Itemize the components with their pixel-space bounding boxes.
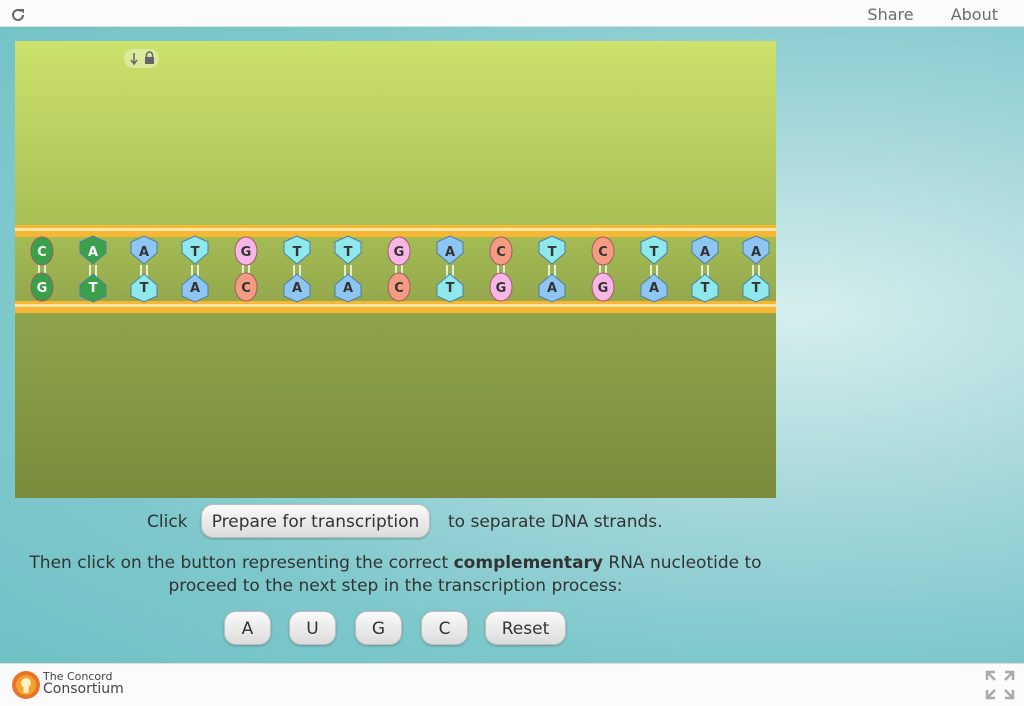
base-label: A [445, 245, 455, 260]
base-label: C [598, 245, 608, 260]
nucleotide-g-button[interactable]: G [355, 611, 402, 645]
base-label: A [649, 281, 659, 296]
nucleotide-c-button[interactable]: C [421, 611, 468, 645]
base-label: C [496, 245, 506, 260]
reload-icon[interactable] [10, 7, 26, 23]
reset-button[interactable]: Reset [485, 611, 566, 645]
base-label: T [191, 245, 200, 260]
base-label: T [701, 281, 710, 296]
main-area: CGATATTAGCTATAGCATCGTACGTAATAT Click to … [0, 27, 1024, 663]
base-label: G [241, 245, 252, 260]
base-pair: TA [334, 235, 362, 303]
click-label: Click [147, 512, 188, 532]
base-label: G [394, 245, 405, 260]
base-label: G [496, 281, 507, 296]
base-label: G [598, 281, 609, 296]
base-pair: AT [742, 235, 770, 303]
base-pair: AT [79, 235, 107, 303]
base-label: A [139, 245, 149, 260]
base-pair: TA [538, 235, 566, 303]
footer: The Concord Consortium [0, 663, 1024, 706]
base-pair: AT [436, 235, 464, 303]
base-label: T [140, 281, 149, 296]
base-pair: CG [30, 236, 54, 302]
dna-diagram: CGATATTAGCTATAGCATCGTACGTAATAT [15, 49, 776, 313]
base-label: G [37, 281, 48, 296]
base-label: A [700, 245, 710, 260]
top-bar: Share About [0, 0, 1024, 27]
base-pair: CG [489, 236, 513, 302]
base-label: T [752, 281, 761, 296]
base-label: A [547, 281, 557, 296]
base-label: T [446, 281, 455, 296]
base-pair: GC [234, 236, 258, 302]
instruction-text: Then click on the button representing th… [29, 553, 762, 596]
base-label: A [88, 245, 98, 260]
base-label: C [241, 281, 251, 296]
nucleotide-u-button[interactable]: U [289, 611, 336, 645]
base-label: A [751, 245, 761, 260]
about-link[interactable]: About [951, 5, 998, 24]
base-label: A [343, 281, 353, 296]
base-label: T [293, 245, 302, 260]
base-pair: TA [640, 235, 668, 303]
base-label: T [650, 245, 659, 260]
fullscreen-icon[interactable] [984, 669, 1016, 701]
base-label: A [292, 281, 302, 296]
base-pair: CG [591, 236, 615, 302]
nucleotide-a-button[interactable]: A [224, 611, 271, 645]
base-label: C [394, 281, 404, 296]
prepare-transcription-button[interactable]: Prepare for transcription [201, 504, 430, 538]
logo-text[interactable]: The Concord Consortium [43, 671, 124, 697]
base-pair: TA [181, 235, 209, 303]
base-label: T [344, 245, 353, 260]
base-label: T [548, 245, 557, 260]
base-pair: TA [283, 235, 311, 303]
scroll-lock-icon[interactable] [124, 49, 159, 68]
share-link[interactable]: Share [867, 5, 913, 24]
concord-logo-icon[interactable] [9, 668, 43, 702]
base-pair: AT [691, 235, 719, 303]
simulation-canvas[interactable]: CGATATTAGCTATAGCATCGTACGTAATAT [15, 41, 776, 498]
separate-label: to separate DNA strands. [448, 512, 663, 532]
base-label: A [190, 281, 200, 296]
base-label: C [37, 245, 47, 260]
base-pair: GC [387, 236, 411, 302]
base-label: T [89, 281, 98, 296]
base-pair: AT [130, 235, 158, 303]
